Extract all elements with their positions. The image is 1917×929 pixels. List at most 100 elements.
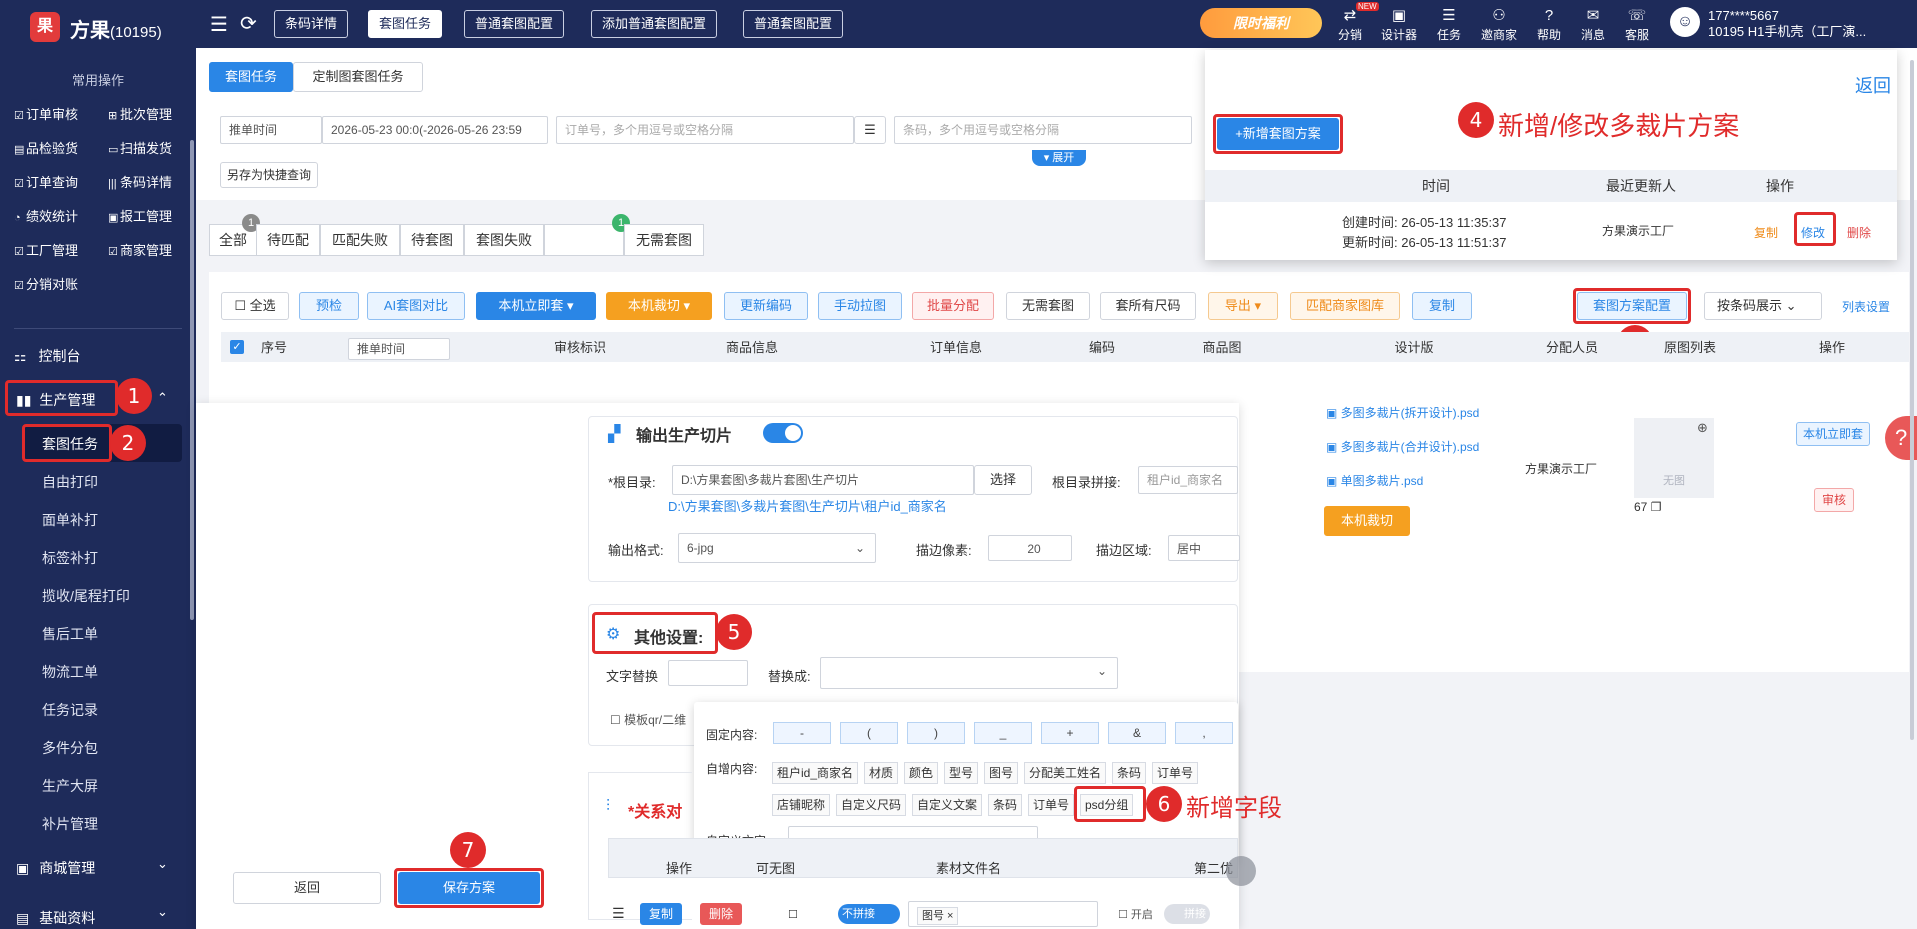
design-file-1[interactable]: ▣ 多图多裁片(拆开设计).psd bbox=[1326, 404, 1479, 421]
set-all-sizes-button[interactable]: 套所有尺码 bbox=[1100, 292, 1196, 320]
output-toggle[interactable] bbox=[763, 423, 803, 443]
top-tab-config-2[interactable]: 普通套图配置 bbox=[743, 10, 844, 38]
save-query-button[interactable]: 另存为快捷查询 bbox=[220, 162, 318, 188]
fixed-tag-plus[interactable]: + bbox=[1041, 722, 1099, 744]
material-select[interactable]: 图号 × bbox=[908, 901, 1098, 927]
format-select[interactable]: 6-jpg ⌄ bbox=[678, 533, 876, 563]
zoom-icon[interactable]: ⊕ bbox=[1697, 420, 1708, 436]
add-scheme-button[interactable]: +新增套图方案 bbox=[1217, 118, 1339, 150]
page-tab-custom[interactable]: 定制图套图任务 bbox=[293, 62, 423, 92]
quick-order-review[interactable]: ☑ 订单审核 bbox=[14, 104, 78, 123]
save-scheme-button[interactable]: 保存方案 bbox=[398, 872, 540, 904]
sidebar-item-reprint-label[interactable]: 标签补打 bbox=[42, 548, 98, 568]
barcode-input[interactable]: 条码，多个用逗号或空格分隔 bbox=[894, 116, 1192, 144]
auto-tag-tenant[interactable]: 租户id_商家名 bbox=[772, 762, 859, 784]
sidebar-item-records[interactable]: 任务记录 bbox=[42, 700, 98, 720]
quick-factory[interactable]: ☑ 工厂管理 bbox=[14, 240, 78, 259]
scroll-handle-icon[interactable] bbox=[1226, 856, 1256, 886]
precheck-button[interactable]: 预检 bbox=[299, 292, 359, 320]
tool-designer[interactable]: ▣ 设计器 bbox=[1376, 6, 1422, 43]
auto-tag-image-no[interactable]: 图号 bbox=[984, 762, 1019, 784]
auto-tag-barcode-2[interactable]: 条码 bbox=[988, 794, 1023, 816]
panel-back-button[interactable]: 返回 bbox=[233, 872, 381, 904]
quick-merchant[interactable]: ☑ 商家管理 bbox=[108, 240, 172, 259]
auto-tag-custom-size[interactable]: 自定义尺码 bbox=[836, 794, 907, 816]
top-tab-add-config[interactable]: 添加普通套图配置 bbox=[591, 10, 718, 38]
fixed-tag-amp[interactable]: & bbox=[1108, 722, 1166, 744]
quick-batch[interactable]: ⊞ 批次管理 bbox=[108, 104, 172, 123]
status-tab-to-set[interactable]: 待套图 bbox=[400, 224, 464, 256]
local-set-button[interactable]: 本机立即套 ▾ bbox=[476, 292, 596, 320]
scheme-delete-link[interactable]: 删除 bbox=[1847, 224, 1871, 241]
no-join-toggle[interactable]: 不拼接 bbox=[838, 904, 900, 924]
sidebar-item-reprint-sheet[interactable]: 面单补打 bbox=[42, 510, 98, 530]
auto-tag-psd-group[interactable]: psd分组 bbox=[1080, 794, 1134, 816]
sidebar-item-logistics[interactable]: 物流工单 bbox=[42, 662, 98, 682]
refresh-icon[interactable]: ⟳ bbox=[240, 11, 257, 36]
menu-dashboard[interactable]: ⚏ 控制台 bbox=[14, 346, 80, 366]
scheme-config-button[interactable]: 套图方案配置 bbox=[1577, 292, 1687, 320]
order-list-icon[interactable]: ☰ bbox=[854, 116, 886, 144]
order-no-input[interactable]: 订单号，多个用逗号或空格分隔 bbox=[556, 116, 854, 144]
chevron-up-icon[interactable]: ⌃ bbox=[157, 390, 168, 406]
auto-tag-custom-text[interactable]: 自定义文案 bbox=[912, 794, 983, 816]
quick-performance[interactable]: ◔ 绩效统计 bbox=[14, 206, 78, 225]
choose-dir-button[interactable]: 选择 bbox=[974, 465, 1032, 495]
auto-tag-color[interactable]: 颜色 bbox=[904, 762, 939, 784]
tool-service[interactable]: ☏ 客服 bbox=[1614, 6, 1660, 43]
fixed-tag-rparen[interactable]: ) bbox=[907, 722, 965, 744]
status-tab-set-fail[interactable]: 套图失败 bbox=[464, 224, 544, 256]
menu-toggle-icon[interactable]: ☰ bbox=[210, 12, 228, 37]
top-tab-task[interactable]: 套图任务 bbox=[368, 10, 443, 38]
col-push-time-select[interactable]: 推单时间 bbox=[348, 338, 450, 360]
design-file-3[interactable]: ▣ 单图多裁片.psd bbox=[1326, 472, 1423, 489]
sidebar-item-task[interactable]: 套图任务 bbox=[42, 434, 98, 454]
manual-pull-button[interactable]: 手动拉图 bbox=[818, 292, 902, 320]
sidebar-scrollbar[interactable] bbox=[190, 140, 194, 620]
tool-task[interactable]: ☰ 任务 bbox=[1426, 6, 1472, 43]
sidebar-item-free-print[interactable]: 自由打印 bbox=[42, 472, 98, 492]
ai-compare-button[interactable]: AI套图对比 bbox=[367, 292, 465, 320]
text-replace-input[interactable] bbox=[668, 660, 748, 686]
quick-qc[interactable]: ▤ 品检验货 bbox=[14, 138, 78, 157]
popover-back-link[interactable]: 返回 bbox=[1855, 72, 1891, 98]
update-code-button[interactable]: 更新编码 bbox=[724, 292, 808, 320]
tool-message[interactable]: ✉ 消息 bbox=[1570, 6, 1616, 43]
page-scrollbar[interactable] bbox=[1910, 60, 1914, 740]
chevron-down-icon[interactable]: ⌄ bbox=[157, 904, 168, 920]
quick-report[interactable]: ▣ 报工管理 bbox=[108, 206, 172, 225]
page-tab-task[interactable]: 套图任务 bbox=[209, 62, 293, 92]
tool-invite[interactable]: ⚇ 邀商家 bbox=[1476, 6, 1522, 43]
local-crop-button[interactable]: 本机裁切 ▾ bbox=[606, 292, 712, 320]
row-delete-button[interactable]: 删除 bbox=[700, 903, 742, 925]
replace-to-select[interactable]: ⌄ bbox=[820, 657, 1118, 689]
fixed-tag-dash[interactable]: - bbox=[773, 722, 831, 744]
sidebar-item-pickup-print[interactable]: 揽收/尾程打印 bbox=[42, 586, 130, 606]
auto-tag-shop[interactable]: 店铺昵称 bbox=[772, 794, 831, 816]
sidebar-item-patch[interactable]: 补片管理 bbox=[42, 814, 98, 834]
top-tab-config[interactable]: 普通套图配置 bbox=[464, 10, 565, 38]
join-toggle[interactable]: 拼接 bbox=[1164, 904, 1210, 924]
drag-handle-icon[interactable]: ☰ bbox=[612, 905, 625, 922]
sidebar-item-big-screen[interactable]: 生产大屏 bbox=[42, 776, 98, 796]
expand-button[interactable]: ▾ 展开 bbox=[1032, 150, 1086, 166]
tool-help[interactable]: ? 帮助 bbox=[1526, 6, 1572, 43]
user-info[interactable]: 177****5667 10195 H1手机壳（工厂演... bbox=[1708, 8, 1913, 40]
scheme-copy-link[interactable]: 复制 bbox=[1754, 224, 1778, 241]
row-crop-button[interactable]: 本机裁切 bbox=[1324, 506, 1410, 536]
promo-banner[interactable]: 限时福利 bbox=[1200, 8, 1322, 38]
user-avatar[interactable]: ☺ bbox=[1670, 7, 1700, 37]
header-checkbox[interactable]: ✓ bbox=[230, 340, 244, 354]
time-type-select[interactable]: 推单时间 bbox=[220, 116, 322, 144]
quick-reconcile[interactable]: ☑ 分销对账 bbox=[14, 274, 78, 293]
batch-assign-button[interactable]: 批量分配 bbox=[912, 292, 994, 320]
menu-basic[interactable]: ▤ 基础资料 bbox=[16, 908, 95, 928]
fixed-tag-underscore[interactable]: _ bbox=[974, 722, 1032, 744]
date-range-input[interactable]: 2026-05-23 00:0(-2026-05-26 23:59 bbox=[322, 116, 548, 144]
nullable-checkbox[interactable]: ☐ bbox=[788, 908, 798, 921]
menu-production[interactable]: ▮▮ 生产管理 bbox=[16, 390, 95, 410]
no-need-button[interactable]: 无需套图 bbox=[1006, 292, 1090, 320]
fixed-tag-comma[interactable]: , bbox=[1175, 722, 1233, 744]
copy-button[interactable]: 复制 bbox=[1412, 292, 1472, 320]
list-settings-link[interactable]: 列表设置 bbox=[1842, 298, 1890, 315]
